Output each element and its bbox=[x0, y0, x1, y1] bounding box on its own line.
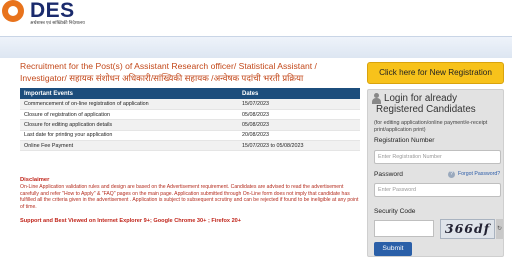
logo-text: DES bbox=[30, 0, 75, 22]
logo-subtitle: अर्थशास्त्र एवं सांख्यिकी निदेशालय bbox=[30, 20, 85, 25]
login-title-line1: Login for already bbox=[384, 93, 457, 104]
page-title: Recruitment for the Post(s) of Assistant… bbox=[20, 61, 317, 83]
login-title-line2: Registered Candidates bbox=[376, 104, 476, 115]
table-row: Closure of registration of application 0… bbox=[20, 109, 360, 121]
column-header-date: Dates bbox=[238, 88, 360, 99]
security-code-input[interactable] bbox=[374, 220, 434, 237]
refresh-captcha-icon[interactable]: ↻ bbox=[496, 219, 503, 239]
forgot-password-link[interactable]: Forgot Password? bbox=[458, 171, 500, 177]
event-date: 15/07/2023 bbox=[238, 99, 360, 110]
header: DES अर्थशास्त्र एवं सांख्यिकी निदेशालय bbox=[0, 0, 512, 36]
event-date: 05/08/2023 bbox=[238, 119, 360, 131]
security-code-label: Security Code bbox=[374, 208, 416, 215]
user-icon bbox=[372, 93, 381, 104]
event-date: 05/08/2023 bbox=[238, 109, 360, 121]
browser-support-note: Support and Best Viewed on Internet Expl… bbox=[20, 218, 242, 224]
table-row: Last date for printing your application … bbox=[20, 130, 360, 142]
events-table: Important Events Dates Commencement of o… bbox=[20, 88, 360, 152]
logo-emblem-icon bbox=[2, 0, 24, 22]
column-header-event: Important Events bbox=[20, 88, 238, 99]
event-date: 15/07/2023 to 05/08/2023 bbox=[238, 140, 360, 152]
table-row: Closure for editing application details … bbox=[20, 119, 360, 131]
banner-strip bbox=[0, 36, 512, 58]
table-header-row: Important Events Dates bbox=[20, 88, 360, 99]
captcha-image: 366df bbox=[440, 219, 495, 239]
password-input[interactable]: Enter Password bbox=[374, 183, 501, 197]
event-name: Closure for editing application details bbox=[20, 119, 238, 131]
event-name: Online Fee Payment bbox=[20, 140, 238, 152]
login-note: (for editing application/online payment/… bbox=[374, 120, 488, 133]
registration-number-label: Registration Number bbox=[374, 137, 435, 144]
event-date: 20/08/2023 bbox=[238, 130, 360, 142]
event-name: Commencement of on-line registration of … bbox=[20, 99, 238, 110]
table-row: Online Fee Payment 15/07/2023 to 05/08/2… bbox=[20, 140, 360, 152]
help-icon: ? bbox=[448, 171, 455, 178]
disclaimer-text: On-Line Application validation rules and… bbox=[20, 184, 359, 210]
event-name: Last date for printing your application bbox=[20, 130, 238, 142]
event-name: Closure of registration of application bbox=[20, 109, 238, 121]
disclaimer-title: Disclaimer bbox=[20, 177, 50, 183]
submit-button[interactable]: Submit bbox=[374, 242, 412, 256]
password-label: Password bbox=[374, 171, 403, 178]
registration-number-input[interactable]: Enter Registration Number bbox=[374, 150, 501, 164]
new-registration-button[interactable]: Click here for New Registration bbox=[367, 62, 504, 84]
table-row: Commencement of on-line registration of … bbox=[20, 99, 360, 110]
